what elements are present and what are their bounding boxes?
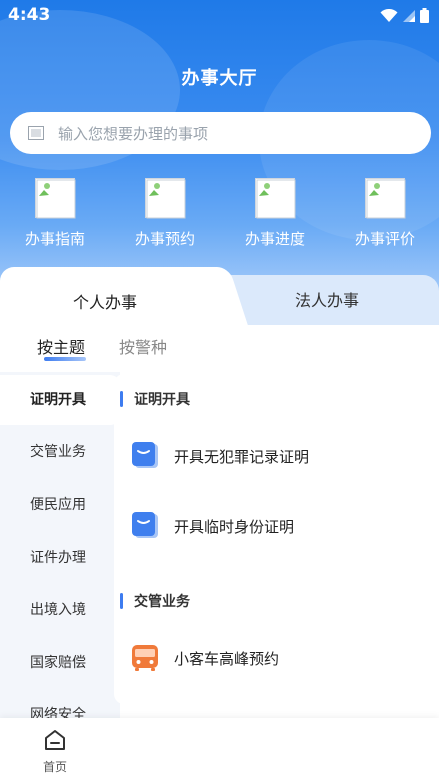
service-item-criminal-record[interactable]: 开具无犯罪记录证明	[130, 441, 309, 471]
quick-action-label: 办事评价	[354, 230, 415, 248]
subtab-by-topic[interactable]: 按主题	[37, 334, 85, 358]
broken-image-icon	[255, 178, 296, 219]
quick-action-progress[interactable]: 办事进度	[220, 178, 330, 249]
broken-image-icon	[28, 126, 44, 140]
quick-action-appointment[interactable]: 办事预约	[110, 178, 220, 249]
broken-image-icon	[145, 178, 186, 219]
certificate-icon	[132, 442, 158, 468]
category-sidebar: 证明开具 交管业务 便民应用 证件办理 出境入境 国家赔偿 网络安全	[0, 372, 120, 723]
certificate-icon	[132, 512, 158, 538]
wifi-icon	[380, 8, 398, 22]
nav-home-label: 首页	[42, 760, 67, 774]
home-icon	[45, 730, 65, 750]
section-title: 交管业务	[120, 591, 190, 611]
service-item-temp-id[interactable]: 开具临时身份证明	[130, 511, 294, 541]
broken-image-icon	[35, 178, 76, 219]
signal-icon	[403, 9, 415, 22]
section-title: 证明开具	[120, 389, 190, 409]
subtab-indicator	[44, 357, 86, 361]
sidebar-item-convenience[interactable]: 便民应用	[0, 480, 120, 530]
bus-icon	[132, 645, 158, 671]
page-title: 办事大厅	[181, 68, 258, 89]
sidebar-item-certificates[interactable]: 证明开具	[0, 375, 120, 425]
service-label: 开具临时身份证明	[174, 517, 295, 536]
sidebar-item-documents[interactable]: 证件办理	[0, 533, 120, 583]
service-label: 小客车高峰预约	[174, 649, 280, 668]
subtab-by-police[interactable]: 按警种	[119, 334, 167, 358]
broken-image-icon	[365, 178, 406, 219]
tab-label: 个人办事	[73, 293, 138, 312]
quick-action-evaluation[interactable]: 办事评价	[330, 178, 439, 249]
sidebar-item-traffic[interactable]: 交管业务	[0, 427, 120, 477]
service-item-peak-reservation[interactable]: 小客车高峰预约	[130, 643, 279, 673]
search-bar[interactable]: 输入您想要办理的事项	[10, 112, 431, 154]
quick-action-label: 办事指南	[24, 230, 85, 248]
nav-home[interactable]: 首页	[30, 728, 80, 775]
sidebar-item-compensation[interactable]: 国家赔偿	[0, 638, 120, 688]
quick-action-label: 办事预约	[134, 230, 195, 248]
service-label: 开具无犯罪记录证明	[174, 447, 310, 466]
status-time: 4:43	[8, 5, 51, 25]
quick-action-guide[interactable]: 办事指南	[0, 178, 110, 249]
search-placeholder: 输入您想要办理的事项	[58, 124, 209, 143]
tab-label: 法人办事	[295, 291, 360, 310]
bottom-navigation: 首页	[0, 718, 439, 780]
status-bar: 4:43	[0, 0, 439, 30]
category-tabs: 法人办事 个人办事	[0, 265, 439, 335]
battery-icon	[420, 8, 429, 23]
quick-action-label: 办事进度	[244, 230, 305, 248]
sidebar-item-exit-entry[interactable]: 出境入境	[0, 585, 120, 635]
